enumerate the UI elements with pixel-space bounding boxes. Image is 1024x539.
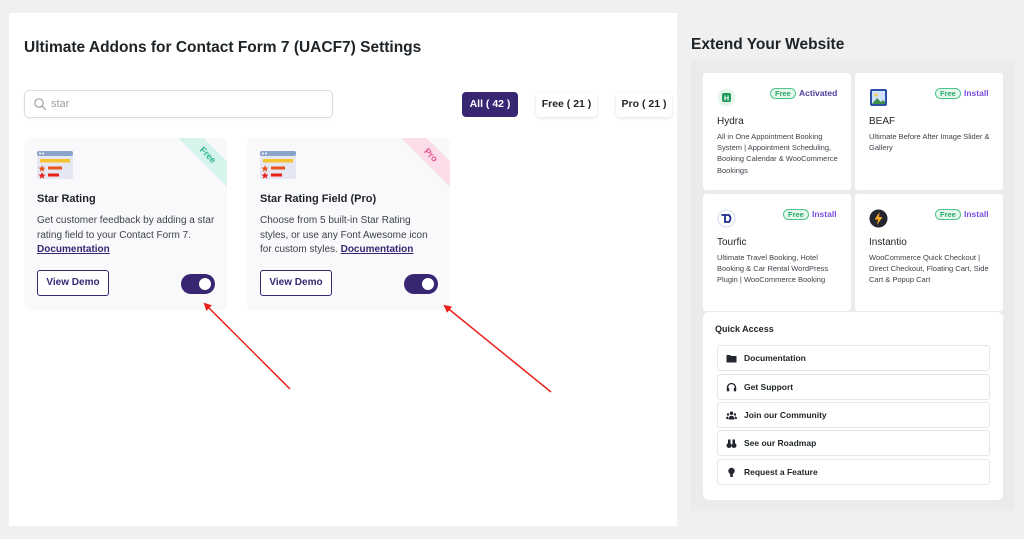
free-badge: Free: [935, 209, 961, 220]
install-button[interactable]: Install: [964, 88, 989, 99]
search-icon: [34, 98, 47, 111]
filter-all-button[interactable]: All ( 42 ): [462, 92, 518, 117]
filter-pro-button[interactable]: Pro ( 21 ): [616, 92, 672, 117]
star-rating-addon-icon: [260, 151, 296, 179]
star-rating-addon-icon: [37, 151, 73, 179]
addon-card-star-rating: Free Star Rating Get customer feedback b…: [24, 138, 227, 310]
quick-access-documentation[interactable]: Documentation: [717, 345, 990, 371]
extension-card-instantio: Free Install Instantio WooCommerce Quick…: [855, 194, 1003, 311]
folder-icon: [726, 355, 737, 363]
page-title: Ultimate Addons for Contact Form 7 (UACF…: [24, 39, 422, 56]
tourfic-logo-icon: [717, 209, 736, 228]
extension-card-tourfic: Free Install Tourfic Ultimate Travel Boo…: [703, 194, 851, 311]
headset-icon: [726, 382, 737, 392]
view-demo-button[interactable]: View Demo: [37, 270, 109, 296]
search-box[interactable]: [24, 90, 333, 118]
extension-description: Ultimate Before After Image Slider & Gal…: [869, 132, 990, 153]
documentation-link[interactable]: Documentation: [37, 244, 110, 255]
quick-access-label: Join our Community: [744, 410, 827, 420]
lightbulb-icon: [728, 467, 735, 477]
quick-access-panel: Quick Access Documentation Get Support J…: [703, 312, 1003, 500]
quick-access-title: Quick Access: [715, 324, 774, 334]
filter-free-button[interactable]: Free ( 21 ): [536, 92, 597, 117]
roadmap-icon: [726, 439, 737, 448]
view-demo-button[interactable]: View Demo: [260, 270, 332, 296]
documentation-link[interactable]: Documentation: [341, 244, 414, 255]
quick-access-join-community[interactable]: Join our Community: [717, 402, 990, 428]
extension-description: Ultimate Travel Booking, Hotel Booking &…: [717, 253, 829, 285]
free-badge: Free: [770, 88, 796, 99]
quick-access-request-feature[interactable]: Request a Feature: [717, 459, 990, 485]
card-description-text: Get customer feedback by adding a star r…: [37, 215, 215, 241]
pro-ribbon: Pro: [392, 138, 450, 194]
free-ribbon: Free: [169, 138, 227, 194]
beaf-logo-icon: [870, 89, 887, 106]
quick-access-roadmap[interactable]: See our Roadmap: [717, 430, 990, 456]
enable-toggle[interactable]: [181, 274, 215, 294]
install-button[interactable]: Install: [812, 209, 837, 220]
quick-access-label: Documentation: [744, 353, 806, 363]
install-button[interactable]: Install: [964, 209, 989, 220]
toggle-knob: [422, 278, 434, 290]
sidebar-title: Extend Your Website: [691, 36, 845, 53]
instantio-logo-icon: [869, 209, 888, 228]
search-input[interactable]: [51, 94, 321, 114]
extension-card-hydra: H Free Activated Hydra All in One Appoin…: [703, 73, 851, 190]
extension-description: WooCommerce Quick Checkout | Direct Chec…: [869, 253, 989, 285]
quick-access-label: Get Support: [744, 382, 794, 392]
free-badge: Free: [935, 88, 961, 99]
hydra-logo-icon: H: [717, 88, 736, 107]
extension-description: All in One Appointment Booking System | …: [717, 132, 838, 175]
quick-access-label: See our Roadmap: [744, 438, 817, 448]
addon-card-star-rating-pro: Pro Star Rating Field (Pro) Choose from …: [247, 138, 450, 310]
free-badge: Free: [783, 209, 809, 220]
quick-access-get-support[interactable]: Get Support: [717, 374, 990, 400]
quick-access-label: Request a Feature: [744, 467, 818, 477]
extension-card-beaf: Free Install BEAF Ultimate Before After …: [855, 73, 1003, 190]
toggle-knob: [199, 278, 211, 290]
extension-name: Tourfic: [717, 237, 747, 248]
card-description: Choose from 5 built-in Star Rating style…: [260, 214, 440, 258]
card-title: Star Rating: [37, 193, 96, 205]
activated-status: Activated: [799, 88, 838, 98]
svg-text:H: H: [724, 95, 729, 102]
users-icon: [726, 411, 737, 420]
extension-name: BEAF: [869, 116, 896, 127]
extension-name: Instantio: [869, 237, 907, 248]
enable-toggle[interactable]: [404, 274, 438, 294]
extension-name: Hydra: [717, 116, 744, 127]
card-title: Star Rating Field (Pro): [260, 193, 377, 205]
card-description: Get customer feedback by adding a star r…: [37, 214, 217, 258]
